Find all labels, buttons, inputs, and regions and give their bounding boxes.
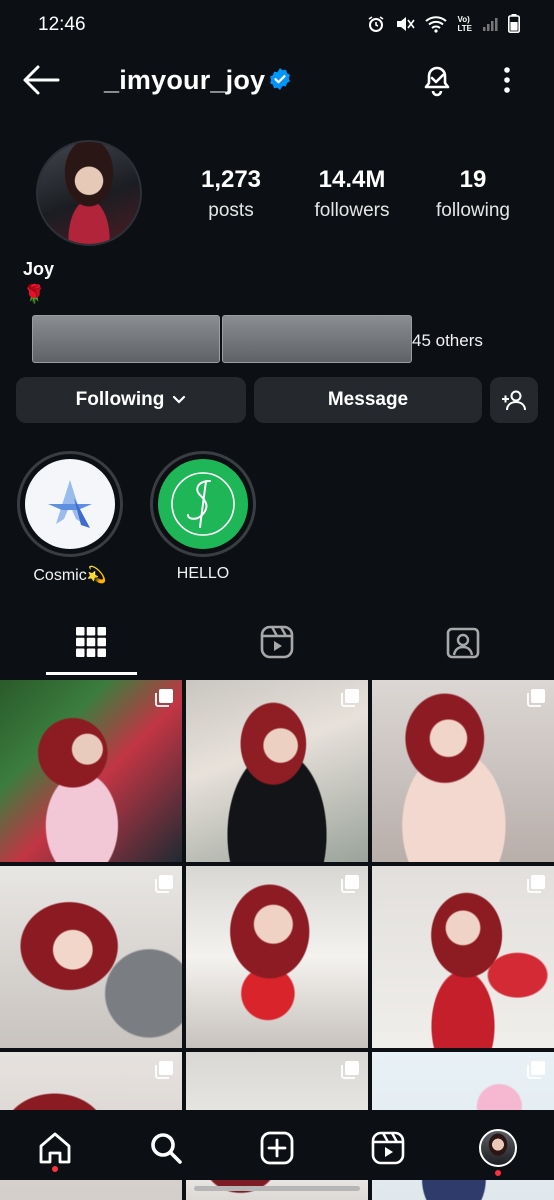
create-icon (260, 1131, 294, 1165)
post-thumbnail[interactable] (0, 680, 182, 862)
nav-profile[interactable] (474, 1124, 522, 1176)
highlight-ring (150, 451, 256, 557)
signal-icon (483, 17, 498, 31)
profile-avatar[interactable] (36, 140, 142, 246)
battery-icon (508, 14, 520, 33)
carousel-icon (341, 1061, 359, 1079)
notification-dot (52, 1166, 58, 1172)
carousel-icon (341, 875, 359, 893)
nav-home[interactable] (31, 1124, 79, 1172)
alarm-icon (369, 15, 384, 32)
grid-icon (76, 627, 106, 657)
notification-bell-icon[interactable] (420, 61, 454, 97)
cosmic-logo-icon (48, 480, 92, 528)
hello-logo-icon (171, 472, 235, 536)
following-button[interactable]: Following (16, 377, 246, 423)
tab-tagged[interactable] (433, 620, 493, 664)
bottom-navigation (0, 1110, 554, 1180)
status-time: 12:46 (38, 14, 86, 35)
lte-label: LTE (457, 23, 472, 33)
highlight-cover (158, 459, 248, 549)
status-bar: 12:46 Vo) LTE (0, 0, 554, 50)
post-thumbnail[interactable] (372, 680, 554, 862)
volte-lte-icon: Vo) LTE (457, 15, 472, 33)
notification-dot (495, 1170, 501, 1176)
redacted-mutual-block (222, 315, 412, 363)
profile-header: _imyour_joy (0, 55, 554, 105)
search-icon (151, 1133, 182, 1164)
carousel-icon (155, 875, 173, 893)
message-button-label: Message (327, 389, 409, 410)
followers-count: 14.4M (318, 166, 386, 193)
verified-badge-icon (270, 68, 290, 90)
highlight-label: HELLO (176, 565, 230, 582)
post-thumbnail[interactable] (186, 680, 368, 862)
home-icon (39, 1132, 71, 1164)
carousel-icon (341, 689, 359, 707)
following-button-label: Following (75, 389, 165, 410)
highlight-cosmic[interactable]: Cosmic💫 (17, 451, 123, 585)
chevron-down-icon (173, 395, 186, 404)
tagged-icon (446, 627, 480, 659)
reels-icon (371, 1131, 405, 1165)
profile-name: Joy (23, 259, 55, 279)
home-indicator (194, 1186, 360, 1191)
nav-create[interactable] (253, 1124, 301, 1172)
mutual-followers-text[interactable]: 45 others (412, 331, 483, 351)
nav-reels[interactable] (364, 1124, 412, 1172)
more-options-icon[interactable] (496, 63, 518, 97)
highlight-ring (17, 451, 123, 557)
profile-bio: 🌹 (23, 284, 46, 304)
post-thumbnail[interactable] (0, 866, 182, 1048)
profile-username: _imyour_joy (104, 65, 266, 95)
nav-search[interactable] (142, 1124, 190, 1172)
suggested-users-button[interactable] (490, 377, 538, 423)
wifi-icon (425, 15, 448, 33)
message-button[interactable]: Message (254, 377, 482, 423)
mute-icon (397, 16, 416, 31)
profile-avatar (479, 1129, 517, 1167)
post-thumbnail[interactable] (372, 866, 554, 1048)
posts-count: 1,273 (200, 166, 262, 193)
highlight-label: Cosmic💫 (33, 567, 107, 584)
following-count: 19 (459, 166, 487, 193)
highlight-hello[interactable]: HELLO (150, 451, 256, 583)
following-label: following (436, 200, 510, 221)
avatar-image (38, 142, 140, 244)
carousel-icon (527, 689, 545, 707)
following-stat[interactable]: 19 following (424, 166, 522, 222)
reels-icon (260, 625, 294, 659)
post-thumbnail[interactable] (186, 866, 368, 1048)
volte-label: Vo) (457, 14, 470, 24)
tab-posts-grid[interactable] (61, 620, 121, 664)
carousel-icon (527, 875, 545, 893)
active-tab-indicator (46, 672, 137, 675)
back-arrow-icon[interactable] (22, 63, 60, 97)
posts-stat: 1,273 posts (186, 166, 276, 222)
add-person-icon (502, 390, 526, 411)
carousel-icon (155, 1061, 173, 1079)
tab-reels[interactable] (247, 620, 307, 664)
carousel-icon (527, 1061, 545, 1079)
highlight-cover (25, 459, 115, 549)
followers-stat[interactable]: 14.4M followers (300, 166, 404, 222)
redacted-mutual-block (32, 315, 220, 363)
followers-label: followers (314, 200, 390, 221)
posts-label: posts (208, 200, 254, 221)
carousel-icon (155, 689, 173, 707)
status-icons: Vo) LTE (367, 14, 520, 33)
